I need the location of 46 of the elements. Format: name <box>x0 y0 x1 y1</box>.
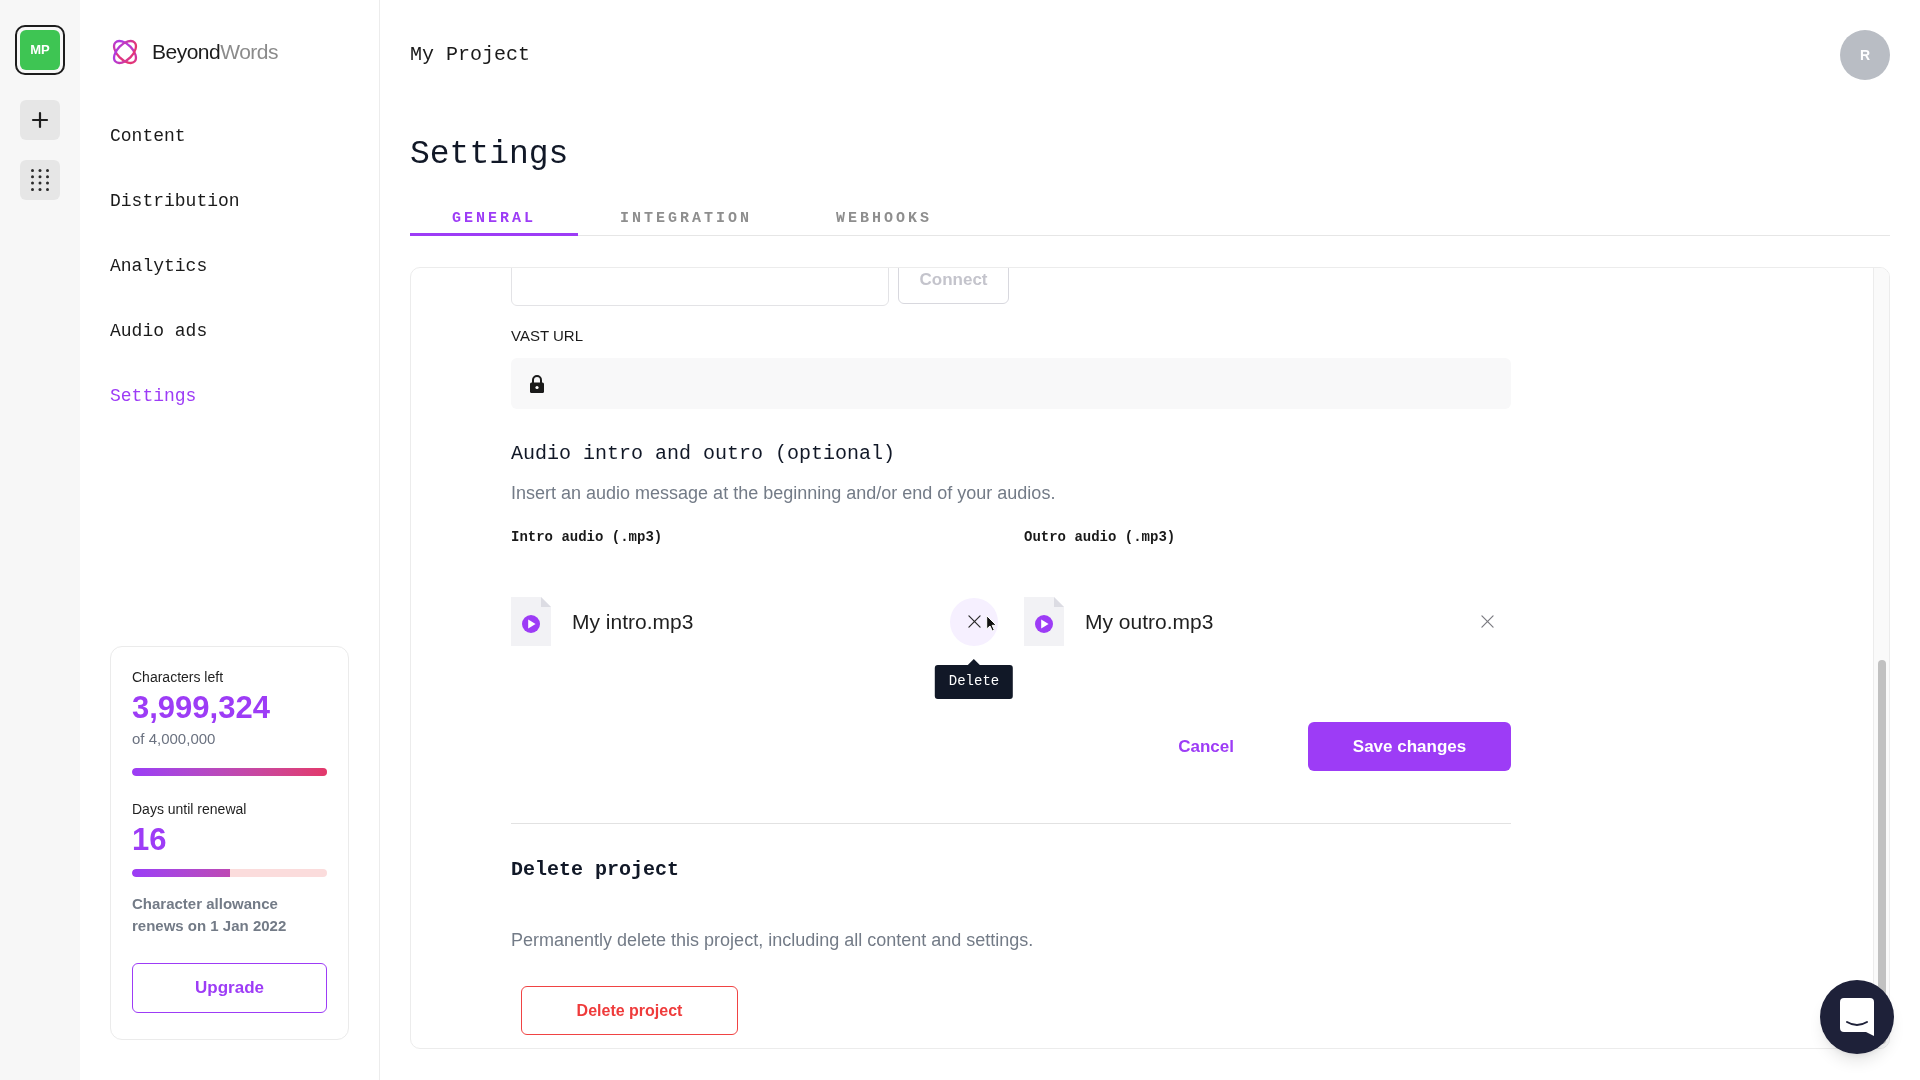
delete-file-button[interactable] <box>950 597 998 646</box>
delete-project-button[interactable]: Delete project <box>521 986 738 1035</box>
project-title: My Project <box>410 42 531 68</box>
renewal-note: Character allowance renews on 1 Jan 2022 <box>132 894 288 936</box>
tab[interactable]: INTEGRATION <box>578 201 795 236</box>
vast-url-field[interactable] <box>511 358 1511 409</box>
audio-file-icon[interactable] <box>1024 597 1064 646</box>
section-title: Delete project <box>511 857 680 883</box>
section-description: Insert an audio message at the beginning and/or end of your audios. <box>511 482 1056 505</box>
cursor-icon <box>986 614 997 632</box>
logo-icon <box>110 37 140 67</box>
save-changes-button[interactable]: Save changes <box>1308 722 1511 771</box>
nav-item[interactable]: Settings <box>110 364 349 429</box>
file-name: My intro.mp3 <box>572 608 694 635</box>
brand-name: BeyondWords <box>152 39 279 66</box>
nav-item[interactable]: Distribution <box>110 169 349 234</box>
field-label: Outro audio (.mp3) <box>1024 528 1176 547</box>
close-icon <box>967 615 981 628</box>
grid-dots-icon <box>31 169 49 191</box>
chat-bubble-icon <box>1840 998 1874 1036</box>
nav-item[interactable]: Audio ads <box>110 299 349 364</box>
tab[interactable]: GENERAL <box>410 201 578 236</box>
audio-file-icon[interactable] <box>511 597 551 646</box>
field-label: VAST URL <box>511 327 583 345</box>
page-title: Settings <box>410 135 569 175</box>
add-project-button[interactable] <box>20 100 60 140</box>
usage-value: 3,999,324 <box>132 690 271 726</box>
tooltip: Delete <box>934 658 1014 699</box>
file-name: My outro.mp3 <box>1085 608 1214 635</box>
tab[interactable]: WEBHOOKS <box>794 201 975 236</box>
usage-label: Characters left <box>132 668 225 687</box>
field-label: Intro audio (.mp3) <box>511 528 663 547</box>
section-description: Permanently delete this project, including all content and settings. <box>511 929 1034 952</box>
upgrade-button[interactable]: Upgrade <box>132 963 327 1013</box>
apps-grid-button[interactable] <box>20 160 60 200</box>
cancel-button[interactable]: Cancel <box>1170 722 1242 771</box>
chat-button[interactable] <box>1820 980 1894 1054</box>
text-input-field[interactable] <box>511 268 889 306</box>
close-icon <box>1480 615 1494 628</box>
nav-item[interactable]: Analytics <box>110 234 349 299</box>
usage-value: 16 <box>132 822 168 858</box>
usage-label: Days until renewal <box>132 800 248 819</box>
nav-item[interactable]: Content <box>110 104 349 169</box>
lock-icon <box>530 374 544 393</box>
usage-total: of 4,000,000 <box>132 729 217 749</box>
section-title: Audio intro and outro (optional) <box>511 441 896 467</box>
